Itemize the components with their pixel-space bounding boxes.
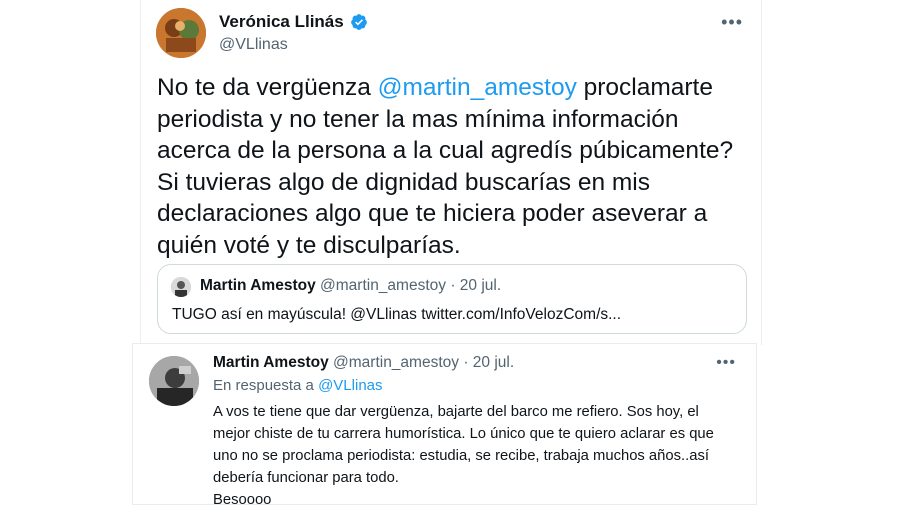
quoted-header: Martin Amestoy @martin_amestoy · 20 jul. [200,277,501,295]
reply-tweet: Martin Amestoy @martin_amestoy · 20 jul.… [132,343,757,505]
reply-more-options-icon[interactable]: ••• [716,354,736,372]
reply-text-main: A vos te tiene que dar vergüenza, bajart… [213,404,714,486]
reply-author-name[interactable]: Martin Amestoy [213,354,329,371]
quoted-meta: @martin_amestoy · 20 jul. [315,277,502,294]
author-handle[interactable]: @VLlinas [219,36,368,54]
author-name[interactable]: Verónica Llinás [219,12,344,32]
quoted-tweet[interactable]: Martin Amestoy @martin_amestoy · 20 jul.… [157,264,747,334]
reply-text-last: Besoooo [213,492,272,505]
reply-meta: @martin_amestoy · 20 jul. [328,354,515,371]
quoted-author-avatar [171,277,191,297]
replying-to: En respuesta a @VLlinas [213,377,383,394]
replying-to-mention[interactable]: @VLlinas [318,377,382,394]
main-tweet: Verónica Llinás @VLlinas ••• No te da ve… [140,0,762,345]
quoted-text: TUGO así en mayúscula! @VLlinas twitter.… [172,306,622,323]
reply-author-avatar[interactable] [149,356,199,406]
quoted-author-name: Martin Amestoy [200,277,316,294]
verified-badge-icon [350,14,367,30]
replying-to-prefix: En respuesta a [213,377,319,394]
author-avatar[interactable] [156,8,206,58]
author-block: Verónica Llinás @VLlinas [219,12,368,54]
reply-header: Martin Amestoy @martin_amestoy · 20 jul. [213,354,514,372]
reply-text: A vos te tiene que dar vergüenza, bajart… [213,401,733,505]
tweet-text-end: proclamarte periodista y no tener la mas… [157,74,734,259]
tweet-text: No te da vergüenza @martin_amestoy procl… [157,72,757,261]
more-options-icon[interactable]: ••• [721,12,743,33]
mention-link[interactable]: @martin_amestoy [378,74,577,101]
tweet-text-start: No te da vergüenza [157,74,378,101]
